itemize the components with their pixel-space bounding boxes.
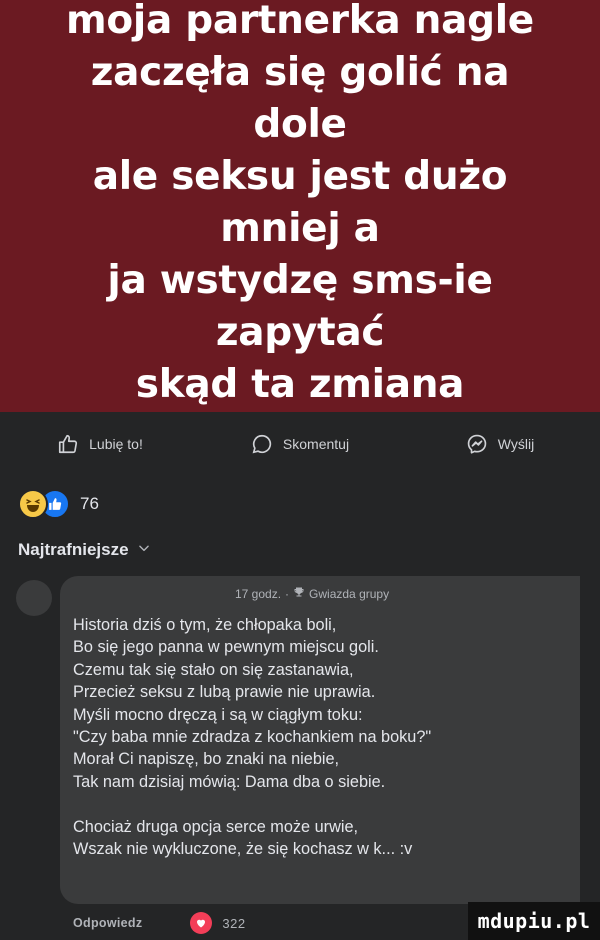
reply-button[interactable]: Odpowiedz (73, 916, 142, 930)
group-star-badge: Gwiazda grupy (309, 586, 390, 601)
comment-line: Tak nam dzisiaj mówią: Dama dba o siebie… (73, 772, 386, 791)
comment-line: Morał Ci napiszę, bo znaki na niebie, (73, 750, 340, 769)
send-button[interactable]: Wyślij (400, 433, 600, 455)
sort-label: Najtrafniejsze (18, 540, 129, 559)
post-banner-text: moja partnerka nagle zaczęła się golić n… (40, 0, 560, 411)
reaction-count: 76 (80, 494, 99, 513)
comment-line: Myśli mocno dręczą i są w ciągłym toku: (73, 705, 363, 724)
thumbs-up-icon (57, 433, 79, 455)
comment-button[interactable]: Skomentuj (200, 433, 400, 455)
watermark-logo: mdupiu.pl (468, 902, 600, 940)
comment-text: Historia dziś o tym, że chłopaka boli, B… (73, 614, 583, 860)
comment-line: Czemu tak się stało on się zastanawia, (73, 660, 354, 679)
comment-line: Chociaż druga opcja serce może urwie, (73, 817, 359, 836)
comment-line: "Czy baba mnie zdradza z kochankiem na b… (73, 728, 432, 747)
comment-label: Skomentuj (282, 436, 350, 452)
like-button[interactable]: Lubię to! (0, 433, 200, 455)
banner-line: ale seksu jest dużo mniej a (92, 154, 508, 251)
comment-bubble-icon (251, 433, 273, 455)
banner-line: skąd ta zmiana (135, 362, 465, 407)
comment-line: Przecież seksu z lubą prawie nie uprawia… (73, 683, 376, 702)
love-reaction-icon[interactable] (190, 912, 213, 934)
banner-line: ja wstydzę sms-ie zapytać (107, 258, 493, 355)
comment-line: Bo się jego panna w pewnym miejscu goli. (73, 638, 379, 657)
trophy-icon (293, 586, 305, 601)
reactions-summary[interactable]: 76 (18, 488, 99, 520)
comment-time[interactable]: 17 godz. (235, 587, 281, 601)
send-label: Wyślij (497, 436, 535, 452)
chevron-down-icon (137, 540, 151, 560)
comment-line: Wszak nie wykluczone, że się kochasz w k… (73, 840, 413, 859)
avatar[interactable] (16, 580, 52, 616)
post-action-bar: Lubię to! Skomentuj Wyślij (0, 416, 600, 472)
haha-icon (18, 489, 48, 519)
banner-line: moja partnerka nagle (66, 0, 534, 43)
comment-sort-dropdown[interactable]: Najtrafniejsze (18, 535, 151, 565)
post-banner: moja partnerka nagle zaczęła się golić n… (0, 0, 600, 412)
banner-line: zaczęła się golić na dole (90, 50, 510, 147)
like-label: Lubię to! (89, 436, 143, 452)
comment-meta: 17 godz. · Gwiazda grupy (235, 586, 389, 601)
comment-reaction-count[interactable]: 322 (222, 916, 245, 931)
comment-actions: Odpowiedz 322 (73, 910, 246, 936)
comment-line: Historia dziś o tym, że chłopaka boli, (73, 616, 337, 634)
messenger-icon (466, 433, 488, 455)
meta-separator: · (285, 586, 290, 601)
